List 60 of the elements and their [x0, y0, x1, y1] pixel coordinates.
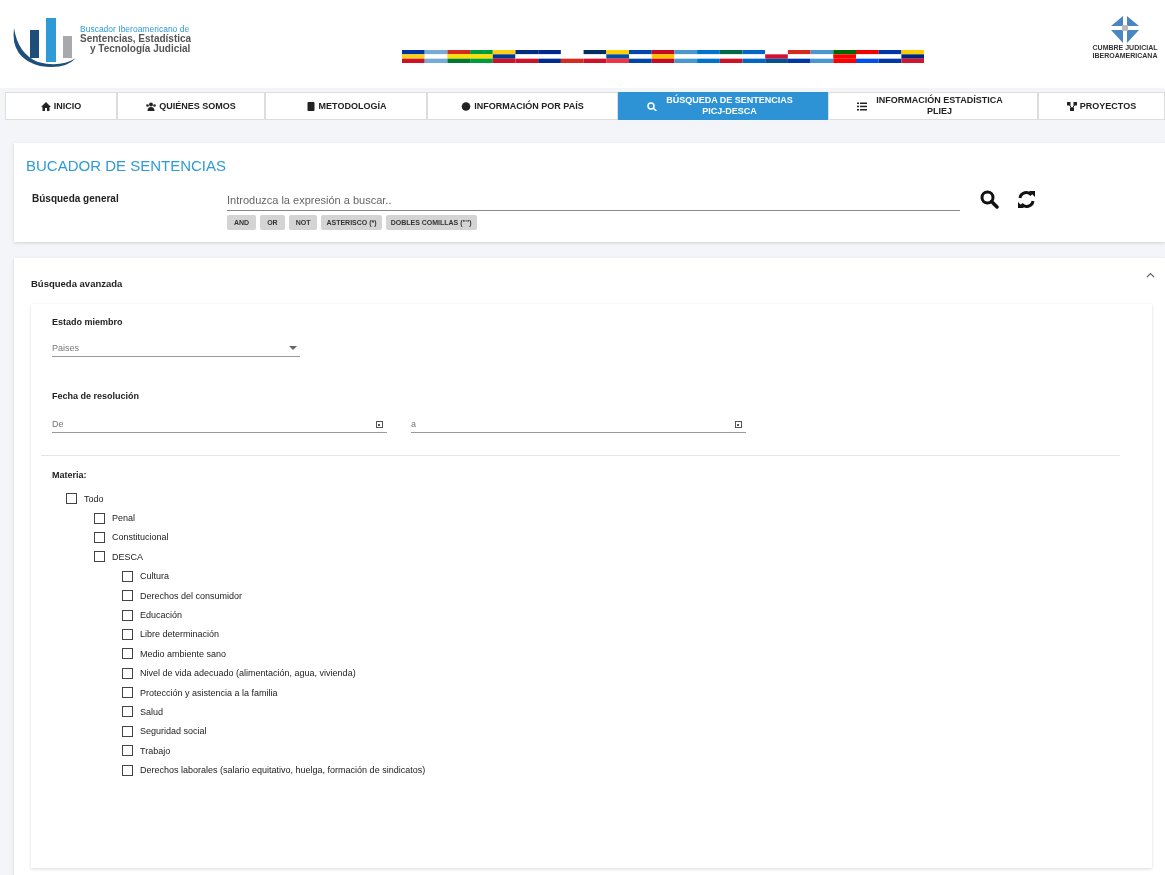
checkbox[interactable]: [122, 570, 133, 582]
cross-logo-icon: [1109, 14, 1141, 44]
field-label: Materia:: [52, 470, 88, 480]
checkbox-label: Nivel de vida adecuado (alimentación, agua, vivienda): [140, 668, 356, 679]
field-label: Estado miembro: [52, 317, 124, 327]
calendar-icon: [376, 420, 383, 428]
logo-text: Sentencias, Estadística: [80, 34, 192, 44]
field-label: Búsqueda general: [31, 192, 120, 204]
chevron-icon[interactable]: [1146, 272, 1155, 278]
checkbox-label: Educación: [140, 610, 183, 621]
checkbox[interactable]: [122, 764, 133, 776]
checkbox-label: Medio ambiente sano: [140, 648, 227, 659]
field-label: Fecha de resolución: [52, 391, 141, 401]
section-title: BUCADOR DE SENTENCIAS: [26, 157, 228, 174]
checkbox[interactable]: [122, 725, 133, 737]
checkbox[interactable]: [94, 551, 105, 563]
nav-tab[interactable]: QUIÉNES SOMOS: [117, 92, 265, 120]
checkbox-label: Penal: [112, 513, 136, 524]
checkbox-label: Salud: [140, 707, 164, 717]
checkbox[interactable]: [122, 609, 133, 621]
checkbox-label: Constitucional: [112, 532, 169, 543]
checkbox-label: Derechos del consumidor: [140, 590, 243, 601]
nav-tab[interactable]: INFORMACIÓN POR PAÍS: [427, 92, 618, 120]
checkbox-label: Seguridad social: [140, 726, 207, 737]
refresh-icon[interactable]: [1017, 190, 1036, 209]
section-title: Búsqueda avanzada: [31, 276, 123, 289]
checkbox[interactable]: [122, 667, 133, 679]
search-icon[interactable]: [980, 190, 999, 209]
calendar-icon: [735, 420, 742, 428]
network-icon: [1066, 101, 1077, 111]
country-select[interactable]: Paises: [52, 343, 300, 357]
checkbox[interactable]: [122, 687, 133, 699]
checkbox-label: DESCA: [112, 551, 143, 562]
nav-tab[interactable]: PROYECTOS: [1038, 92, 1165, 120]
search-icon: [646, 101, 657, 111]
nav-tab[interactable]: INICIO: [5, 92, 117, 120]
checkbox-label: Cultura: [140, 571, 169, 582]
users-icon: [146, 101, 157, 111]
home-icon: [40, 101, 51, 111]
checkbox[interactable]: [122, 706, 133, 718]
checkbox-label: Derechos laborales (salario equitativo, huelga, formación de sindicatos): [140, 765, 426, 776]
checkbox[interactable]: [122, 590, 133, 602]
checkbox-label: Todo: [84, 493, 104, 504]
date-field[interactable]: a: [411, 419, 746, 433]
caret-icon: [289, 345, 297, 351]
nav-tab[interactable]: METODOLOGÍA: [265, 92, 427, 120]
logo-text: Buscador Iberoamericano de: [80, 24, 191, 34]
checkbox-label: Libre determinación: [140, 629, 220, 640]
checkbox[interactable]: [122, 745, 133, 757]
checkbox[interactable]: [94, 512, 105, 524]
checkbox[interactable]: [122, 648, 133, 660]
checkbox-label: Protección y asistencia a la familia: [140, 687, 278, 698]
checkbox-label: Trabajo: [140, 745, 171, 756]
logo-text: y Tecnología Judicial: [90, 44, 192, 54]
date-field[interactable]: De: [52, 419, 387, 433]
checkbox[interactable]: [122, 628, 133, 640]
list-icon: [856, 101, 867, 111]
checkbox[interactable]: [94, 531, 105, 543]
nav-tab[interactable]: INFORMACIÓN ESTADÍSTICA PLIEJ: [828, 92, 1038, 120]
checkbox[interactable]: [66, 493, 77, 505]
